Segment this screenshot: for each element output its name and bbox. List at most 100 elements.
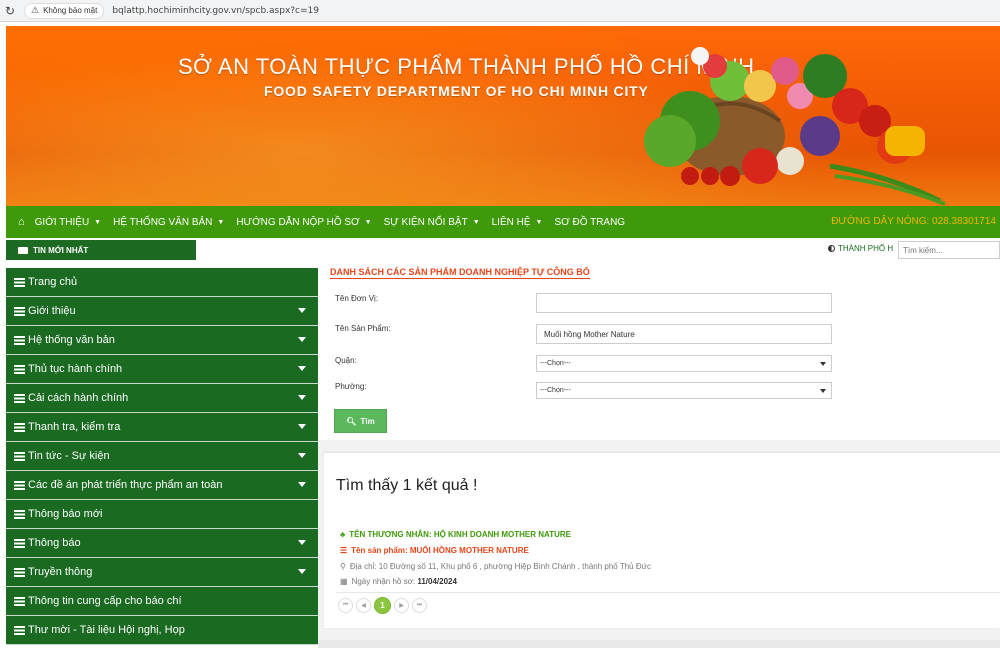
list-icon bbox=[14, 422, 25, 432]
unit-name-input[interactable] bbox=[536, 293, 832, 313]
reload-icon[interactable]: ↻ bbox=[0, 4, 20, 18]
home-icon[interactable]: ⌂ bbox=[18, 216, 25, 228]
list-icon bbox=[14, 567, 25, 577]
nav-label: GIỚI THIỆU bbox=[34, 216, 90, 228]
sidebar-item-label: Thông báo bbox=[28, 537, 81, 549]
list-icon bbox=[14, 277, 25, 287]
security-chip[interactable]: ⚠ Không bảo mật bbox=[24, 2, 105, 19]
calendar-icon: ▦ bbox=[340, 577, 348, 586]
next-page-button[interactable]: ▶ bbox=[394, 598, 409, 613]
page-bottom-edge bbox=[318, 640, 1000, 648]
nav-label: SỰ KIỆN NỔI BẬT bbox=[383, 216, 468, 228]
sidebar-item-thong-bao-moi[interactable]: Thông báo mới bbox=[6, 500, 318, 529]
sidebar-item-label: Trang chủ bbox=[28, 276, 78, 288]
sidebar-item-gioi-thieu[interactable]: Giới thiệu bbox=[6, 297, 318, 326]
top-navigation: ⌂ GIỚI THIỆU ▼ HỆ THỐNG VĂN BẢN ▼ HƯỚNG DẪ… bbox=[6, 206, 1000, 238]
dropdown-arrow-icon bbox=[820, 389, 826, 393]
result-product[interactable]: ☰ Tên sản phẩm: MUỐI HỒNG MOTHER NATURE bbox=[340, 546, 529, 555]
search-button[interactable]: 🔍︎ Tìm bbox=[334, 409, 387, 433]
last-page-button[interactable]: ⏭ bbox=[412, 598, 427, 613]
result-date-label: Ngày nhận hồ sơ: bbox=[351, 577, 416, 586]
first-page-button[interactable]: ⏮ bbox=[338, 598, 353, 613]
warning-icon: ⚠ bbox=[31, 5, 40, 15]
sidebar-item-thu-tuc-hanh-chinh[interactable]: Thủ tục hành chính bbox=[6, 355, 318, 384]
page-1-button[interactable]: 1 bbox=[374, 597, 391, 614]
sidebar-item-label: Truyền thông bbox=[28, 566, 93, 578]
ward-select[interactable]: ---Chọn--- bbox=[536, 382, 832, 399]
sidebar-item-label: Tin tức - Sự kiện bbox=[28, 450, 110, 462]
hotline-text: ĐƯỜNG DÂY NÓNG: 028.38301714 bbox=[831, 216, 996, 227]
district-selected-value: ---Chọn--- bbox=[540, 360, 571, 367]
news-icon bbox=[18, 246, 28, 254]
sidebar-item-thong-tin-bao-chi[interactable]: Thông tin cung cấp cho báo chí bbox=[6, 587, 318, 616]
sidebar-item-trang-chu[interactable]: Trang chủ bbox=[6, 268, 318, 297]
district-select[interactable]: ---Chọn--- bbox=[536, 355, 832, 372]
caret-down-icon bbox=[298, 540, 306, 545]
pagination: ⏮ ◀ 1 ▶ ⏭ bbox=[338, 597, 430, 614]
sidebar-item-tin-tuc-su-kien[interactable]: Tin tức - Sự kiện bbox=[6, 442, 318, 471]
ward-selected-value: ---Chọn--- bbox=[540, 387, 571, 394]
map-marker-icon: ⚲ bbox=[340, 562, 346, 571]
caret-down-icon bbox=[298, 453, 306, 458]
sidebar-item-thong-bao[interactable]: Thông báo bbox=[6, 529, 318, 558]
caret-down-icon: ▼ bbox=[364, 218, 372, 226]
list-icon: ☰ bbox=[340, 546, 348, 555]
caret-down-icon bbox=[298, 366, 306, 371]
list-icon bbox=[14, 393, 25, 403]
security-label: Không bảo mật bbox=[43, 6, 98, 15]
nav-su-kien-noi-bat[interactable]: SỰ KIỆN NỔI BẬT ▼ bbox=[384, 217, 480, 228]
site-search-input[interactable] bbox=[898, 241, 1000, 259]
caret-down-icon: ▼ bbox=[472, 218, 480, 226]
sidebar-item-label: Thông báo mới bbox=[28, 508, 103, 520]
search-button-label: Tìm bbox=[360, 416, 375, 426]
caret-down-icon bbox=[298, 424, 306, 429]
sidebar-item-thanh-tra-kiem-tra[interactable]: Thanh tra, kiểm tra bbox=[6, 413, 318, 442]
shop-icon: ♣ bbox=[340, 530, 346, 539]
list-icon bbox=[14, 596, 25, 606]
sidebar-item-label: Các đề án phát triển thực phẩm an toàn bbox=[28, 479, 223, 491]
results-heading: Tìm thấy 1 kết quả ! bbox=[336, 477, 478, 494]
list-icon bbox=[14, 335, 25, 345]
banner-subtitle: FOOD SAFETY DEPARTMENT OF HO CHI MINH CI… bbox=[264, 83, 649, 99]
sidebar-item-he-thong-van-ban[interactable]: Hệ thống văn bản bbox=[6, 326, 318, 355]
nav-lien-he[interactable]: LIÊN HỆ ▼ bbox=[492, 217, 543, 228]
nav-so-do-trang[interactable]: SƠ ĐỒ TRANG bbox=[554, 217, 625, 228]
sidebar-item-cai-cach-hanh-chinh[interactable]: Cải cách hành chính bbox=[6, 384, 318, 413]
caret-down-icon: ▼ bbox=[94, 218, 102, 226]
sidebar-item-label: Cải cách hành chính bbox=[28, 392, 129, 404]
caret-down-icon bbox=[298, 308, 306, 313]
contrast-icon bbox=[828, 245, 835, 252]
list-icon bbox=[14, 480, 25, 490]
result-address: ⚲ Địa chỉ: 10 Đường số 11, Khu phố 6 , p… bbox=[340, 562, 651, 571]
sidebar-item-truyen-thong[interactable]: Truyền thông bbox=[6, 558, 318, 587]
list-icon bbox=[14, 509, 25, 519]
list-icon bbox=[14, 451, 25, 461]
url-text[interactable]: bqlattp.hochiminhcity.gov.vn/spcb.aspx?c… bbox=[112, 6, 319, 16]
prev-page-button[interactable]: ◀ bbox=[356, 598, 371, 613]
nav-label: HƯỚNG DẪN NỘP HỒ SƠ bbox=[236, 216, 360, 228]
nav-huong-dan-nop-ho-so[interactable]: HƯỚNG DẪN NỘP HỒ SƠ ▼ bbox=[236, 217, 371, 228]
sidebar-item-cac-de-an[interactable]: Các đề án phát triển thực phẩm an toàn bbox=[6, 471, 318, 500]
nav-he-thong-van-ban[interactable]: HỆ THỐNG VĂN BẢN ▼ bbox=[113, 217, 224, 228]
result-merchant[interactable]: ♣ TÊN THƯƠNG NHÂN: HỘ KINH DOANH MOTHER … bbox=[340, 530, 571, 539]
sidebar-item-label: Thủ tục hành chính bbox=[28, 363, 123, 375]
sidebar-menu: Trang chủ Giới thiệu Hệ thống văn bản Th… bbox=[6, 268, 318, 645]
result-date: ▦ Ngày nhận hồ sơ: 11/04/2024 bbox=[340, 577, 457, 586]
result-merchant-text: TÊN THƯƠNG NHÂN: HỘ KINH DOANH MOTHER NA… bbox=[349, 530, 571, 539]
district-label: Quận: bbox=[335, 356, 357, 365]
list-icon bbox=[14, 625, 25, 635]
product-name-input[interactable]: Muối hồng Mother Nature bbox=[536, 324, 832, 344]
result-product-text: Tên sản phẩm: MUỐI HỒNG MOTHER NATURE bbox=[351, 546, 529, 555]
sidebar-item-label: Thông tin cung cấp cho báo chí bbox=[28, 595, 182, 607]
city-label-text: THÀNH PHỐ H bbox=[838, 244, 894, 253]
city-label: THÀNH PHỐ H bbox=[828, 244, 893, 253]
nav-gioi-thieu[interactable]: GIỚI THIỆU ▼ bbox=[35, 217, 101, 228]
sidebar-item-label: Hệ thống văn bản bbox=[28, 334, 115, 346]
sidebar-item-thu-moi-tai-lieu[interactable]: Thư mời - Tài liệu Hội nghị, Họp bbox=[6, 616, 318, 645]
latest-news-tag: TIN MỚI NHẤT bbox=[6, 240, 196, 260]
caret-down-icon bbox=[298, 482, 306, 487]
site-banner: SỞ AN TOÀN THỰC PHẨM THÀNH PHỐ HỒ CHÍ MI… bbox=[6, 26, 1000, 206]
list-icon bbox=[14, 306, 25, 316]
caret-down-icon: ▼ bbox=[217, 218, 225, 226]
sidebar-item-label: Thư mời - Tài liệu Hội nghị, Họp bbox=[28, 624, 185, 636]
